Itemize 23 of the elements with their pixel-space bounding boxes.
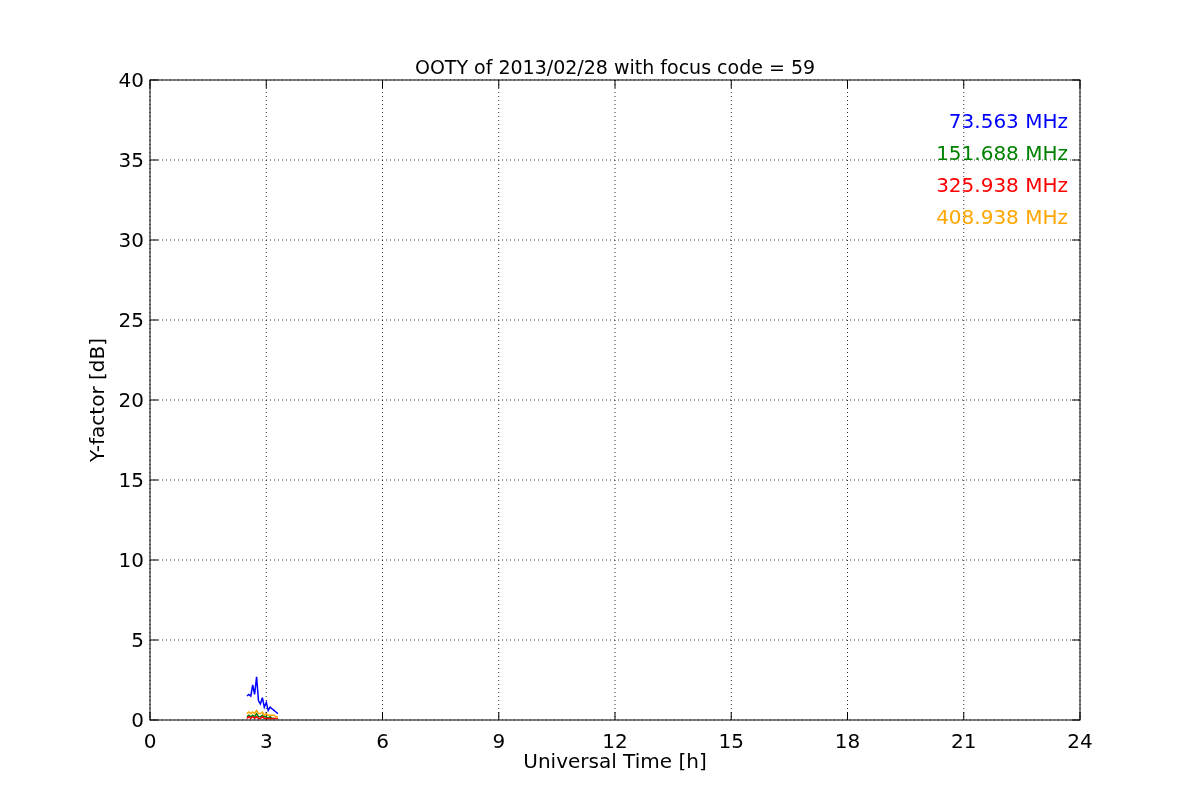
- x-tick-label: 15: [718, 729, 744, 753]
- x-tick-label: 21: [951, 729, 977, 753]
- legend-label: 151.688 MHz: [936, 141, 1068, 165]
- y-tick-label: 40: [118, 68, 144, 92]
- x-tick-label: 3: [259, 729, 273, 753]
- x-tick-label: 0: [143, 729, 157, 753]
- legend-label: 325.938 MHz: [936, 173, 1068, 197]
- y-tick-label: 5: [131, 628, 144, 652]
- y-axis-label: Y-factor [dB]: [85, 338, 109, 462]
- x-tick-label: 24: [1067, 729, 1093, 753]
- y-tick-label: 35: [118, 148, 144, 172]
- legend-label: 408.938 MHz: [936, 205, 1068, 229]
- legend-label: 73.563 MHz: [948, 109, 1068, 133]
- y-tick-label: 30: [118, 228, 144, 252]
- y-tick-label: 15: [118, 468, 144, 492]
- y-tick-label: 0: [131, 708, 144, 732]
- chart-title: OOTY of 2013/02/28 with focus code = 59: [414, 56, 816, 78]
- x-tick-label: 9: [492, 729, 506, 753]
- y-tick-label: 10: [118, 548, 144, 572]
- y-tick-label: 25: [118, 308, 144, 332]
- y-tick-label: 20: [118, 388, 144, 412]
- x-tick-label: 6: [376, 729, 389, 753]
- x-tick-label: 18: [834, 729, 861, 753]
